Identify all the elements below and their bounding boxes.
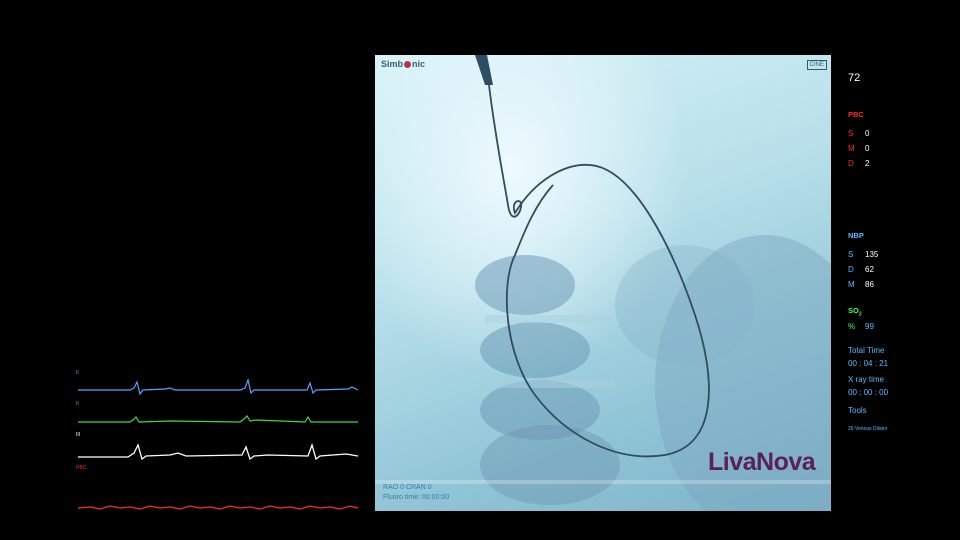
ecg-trace-green — [78, 415, 358, 423]
nbp-m-value: 86 — [865, 280, 874, 289]
pbc-d-label: D — [848, 159, 854, 168]
nbp-m-label: M — [848, 280, 855, 289]
projection-readout: RAO 0 CRAN 0 — [383, 484, 432, 491]
pbc-m-label: M — [848, 144, 855, 153]
nbp-d-value: 62 — [865, 265, 874, 274]
ecg-panel: II II III PBC — [70, 365, 370, 525]
logo-text-right: nic — [412, 59, 426, 69]
total-time-title: Total Time — [848, 346, 885, 355]
logo-text-left: Simb — [381, 59, 404, 69]
logo-mark-icon — [404, 61, 412, 69]
tools-item[interactable]: 26 Venous Dilator — [848, 426, 887, 432]
spo2-label: % — [848, 322, 856, 331]
vitals-panel: 72 PBC S 0 M 0 D 2 NBP S 135 D 62 M 86 S… — [838, 0, 960, 540]
nbp-title: NBP — [848, 231, 864, 240]
ecg-waveforms — [77, 377, 359, 510]
ecg-lead-label-3: III — [76, 432, 81, 438]
nbp-s-label: S — [848, 250, 854, 259]
pbc-s-value: 0 — [865, 129, 870, 138]
fluoroscopy-image — [375, 55, 831, 511]
simbionix-logo: Simb nic — [381, 59, 425, 69]
pbc-title: PBC — [848, 110, 864, 119]
pbc-s-label: S — [848, 129, 854, 138]
heart-rate-value: 72 — [848, 72, 861, 84]
ecg-trace-white — [78, 442, 359, 461]
pbc-d-value: 2 — [865, 159, 870, 168]
tools-title: Tools — [848, 406, 867, 415]
ecg-trace-red — [77, 505, 359, 510]
spo2-title: SO2 — [848, 306, 862, 318]
fluoroscopy-viewport[interactable]: Simb nic CINE RAO 0 CRAN 0 Fluoro time: 0… — [375, 55, 831, 511]
nbp-s-value: 135 — [865, 250, 879, 259]
xray-time-value: 00 : 00 : 00 — [848, 388, 889, 397]
fluoro-time-readout: Fluoro time: 00:00:00 — [383, 494, 450, 501]
ecg-lead-label-2: II — [76, 401, 79, 407]
ecg-trace-blue — [78, 377, 359, 396]
livanova-brand: LivaNova — [708, 448, 816, 476]
ecg-lead-label-1: II — [76, 370, 79, 376]
pbc-m-value: 0 — [865, 144, 870, 153]
cine-badge: CINE — [806, 60, 827, 70]
nbp-d-label: D — [848, 265, 854, 274]
ecg-lead-label-4: PBC — [76, 465, 87, 471]
spo2-value: 99 — [865, 322, 874, 331]
total-time-value: 00 : 04 : 21 — [848, 359, 889, 368]
xray-time-title: X ray time — [848, 375, 885, 384]
